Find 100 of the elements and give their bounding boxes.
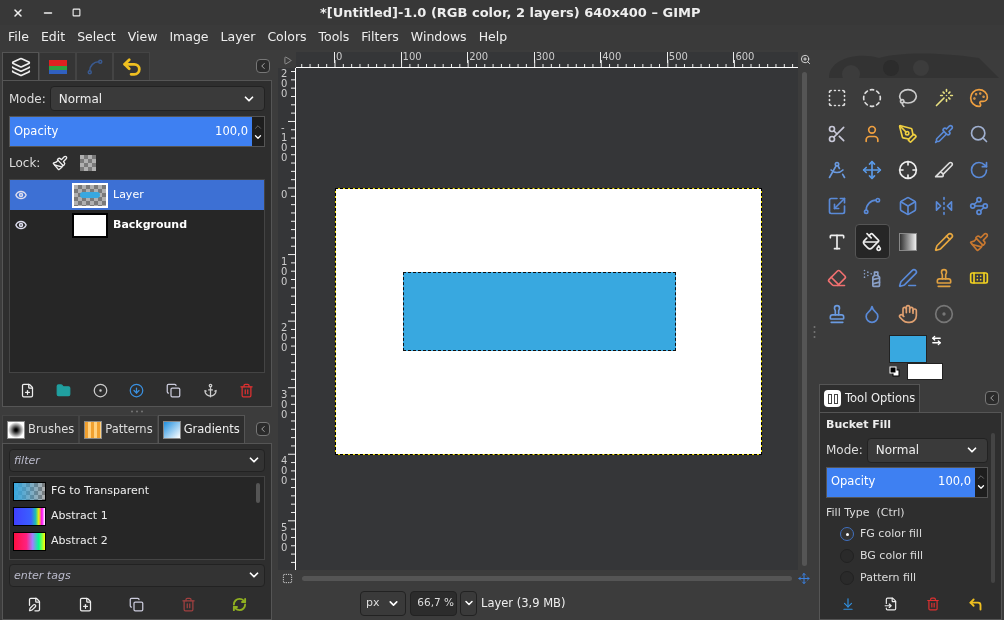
pen-icon [898, 123, 918, 144]
spin-buttons[interactable] [252, 116, 265, 147]
copy-icon [166, 382, 182, 398]
paintbrush-icon [969, 231, 990, 252]
blade-icon [933, 159, 954, 180]
arrow-left-icon [258, 424, 268, 434]
paint-bucket-icon [862, 231, 883, 252]
pipette-icon [933, 123, 954, 144]
spline-icon [85, 57, 104, 76]
opacity-value: 100,0 [938, 473, 971, 491]
grip-icon[interactable] [130, 409, 144, 413]
menu-item[interactable]: Colors [261, 28, 313, 47]
color-stack-icon [46, 57, 69, 76]
navigate-button[interactable] [798, 571, 810, 585]
ruler-label: 100 [400, 52, 422, 63]
hand-icon [898, 303, 918, 324]
maximize-icon [72, 8, 81, 17]
menu-item[interactable]: Tools [312, 28, 356, 47]
tool-name: Bucket Fill [826, 417, 893, 433]
foreground-color-swatch[interactable] [889, 335, 927, 363]
rotate-icon [969, 159, 990, 180]
dock-tab[interactable]: Tool Options [819, 384, 921, 412]
panel-menu-button[interactable] [256, 422, 270, 436]
dock-tab[interactable]: Patterns [79, 415, 158, 443]
mode-dropdown[interactable]: Normal [49, 86, 265, 111]
brush-icon [7, 420, 25, 439]
layer-row[interactable]: Background [10, 210, 264, 240]
radio-button[interactable] [840, 527, 854, 541]
fill-type-label: Fill Type (Ctrl) [826, 504, 906, 521]
close-button[interactable] [12, 6, 24, 19]
refresh-icon [231, 596, 247, 612]
tool-button[interactable] [854, 224, 891, 259]
gradient-item[interactable]: Abstract 1 [10, 504, 252, 529]
pen-line-icon [898, 267, 918, 288]
menu-item[interactable]: Windows [404, 28, 473, 47]
zoom-toggle-button[interactable] [798, 52, 812, 66]
lock-label: Lock: [9, 155, 41, 172]
zoom-field[interactable]: 66,7 % [410, 590, 457, 616]
gradient-item[interactable]: Abstract 2 [10, 529, 252, 554]
opacity-slider[interactable]: Opacity 100,0 [9, 116, 252, 147]
dot-circle-icon [933, 303, 954, 324]
lock-alpha-button[interactable] [80, 155, 97, 171]
mode-dropdown[interactable]: Normal [866, 437, 988, 463]
zoom-dropdown[interactable] [460, 590, 477, 616]
radio-option[interactable]: BG color fill [826, 547, 988, 565]
gradient-item[interactable]: FG to Transparent [10, 479, 252, 504]
grip-icon[interactable] [813, 325, 816, 339]
ruler-label: 200 [467, 52, 489, 63]
tool-options-icon [824, 390, 841, 407]
undo-icon [120, 55, 143, 78]
spin-buttons[interactable] [975, 466, 988, 498]
menu-item[interactable]: View [121, 28, 164, 47]
menu-item[interactable]: Edit [34, 28, 72, 47]
dock-tab[interactable]: Brushes [2, 415, 80, 443]
menu-item[interactable]: Layer [214, 28, 262, 47]
move-icon [798, 571, 810, 585]
menu-item[interactable]: Select [71, 28, 122, 47]
dock-tab[interactable] [2, 52, 39, 80]
dashed-square-icon [281, 572, 293, 584]
nodes-icon [969, 195, 990, 216]
menu-item[interactable]: File [2, 28, 35, 47]
scrollbar[interactable] [302, 575, 792, 581]
opacity-label: Opacity [14, 122, 59, 140]
filter-field[interactable]: filter [9, 449, 265, 472]
gradient-name: Abstract 2 [51, 533, 108, 550]
scissors-icon [826, 123, 847, 144]
menu-item[interactable]: Image [163, 28, 215, 47]
ruler-label: -100 [281, 123, 288, 164]
default-colors-icon[interactable] [889, 366, 900, 377]
background-color-swatch[interactable] [907, 363, 943, 380]
gradient-icon [162, 420, 181, 439]
mode-label: Mode: [826, 442, 863, 459]
menu-item[interactable]: Filters [355, 28, 405, 47]
anchor-icon [202, 382, 218, 398]
lasso-icon [898, 87, 918, 108]
eye-icon[interactable] [15, 219, 27, 231]
window-title: *[Untitled]-1.0 (RGB color, 2 layers) 640x400 – GIMP [320, 3, 701, 22]
dock-tab[interactable] [113, 52, 150, 80]
eraser-icon [826, 267, 847, 288]
lock-pixels-button[interactable] [52, 155, 69, 171]
opacity-label: Opacity [831, 473, 876, 491]
radio-option[interactable]: Pattern fill [826, 569, 988, 587]
tags-field[interactable]: enter tags [9, 564, 265, 587]
scrollbar[interactable] [801, 72, 807, 567]
pencil-icon [933, 231, 954, 252]
maximize-button[interactable] [72, 8, 81, 17]
panel-menu-button[interactable] [985, 391, 999, 405]
reset-icon [968, 596, 984, 612]
scrollbar[interactable] [256, 483, 260, 503]
layer-row[interactable]: Layer [10, 180, 264, 210]
unit-dropdown[interactable]: px [360, 590, 406, 616]
radio-option[interactable]: FG color fill [826, 525, 988, 543]
ruler-label: 300 [533, 52, 555, 63]
ruler-label: 600 [733, 52, 755, 63]
opacity-slider[interactable]: Opacity 100,0 [826, 466, 975, 498]
dock-tab[interactable]: Gradients [157, 415, 245, 443]
panel-menu-button[interactable] [256, 59, 270, 73]
swap-icon[interactable] [931, 335, 942, 346]
menu-item[interactable]: Help [472, 28, 514, 47]
download-icon [841, 597, 855, 611]
